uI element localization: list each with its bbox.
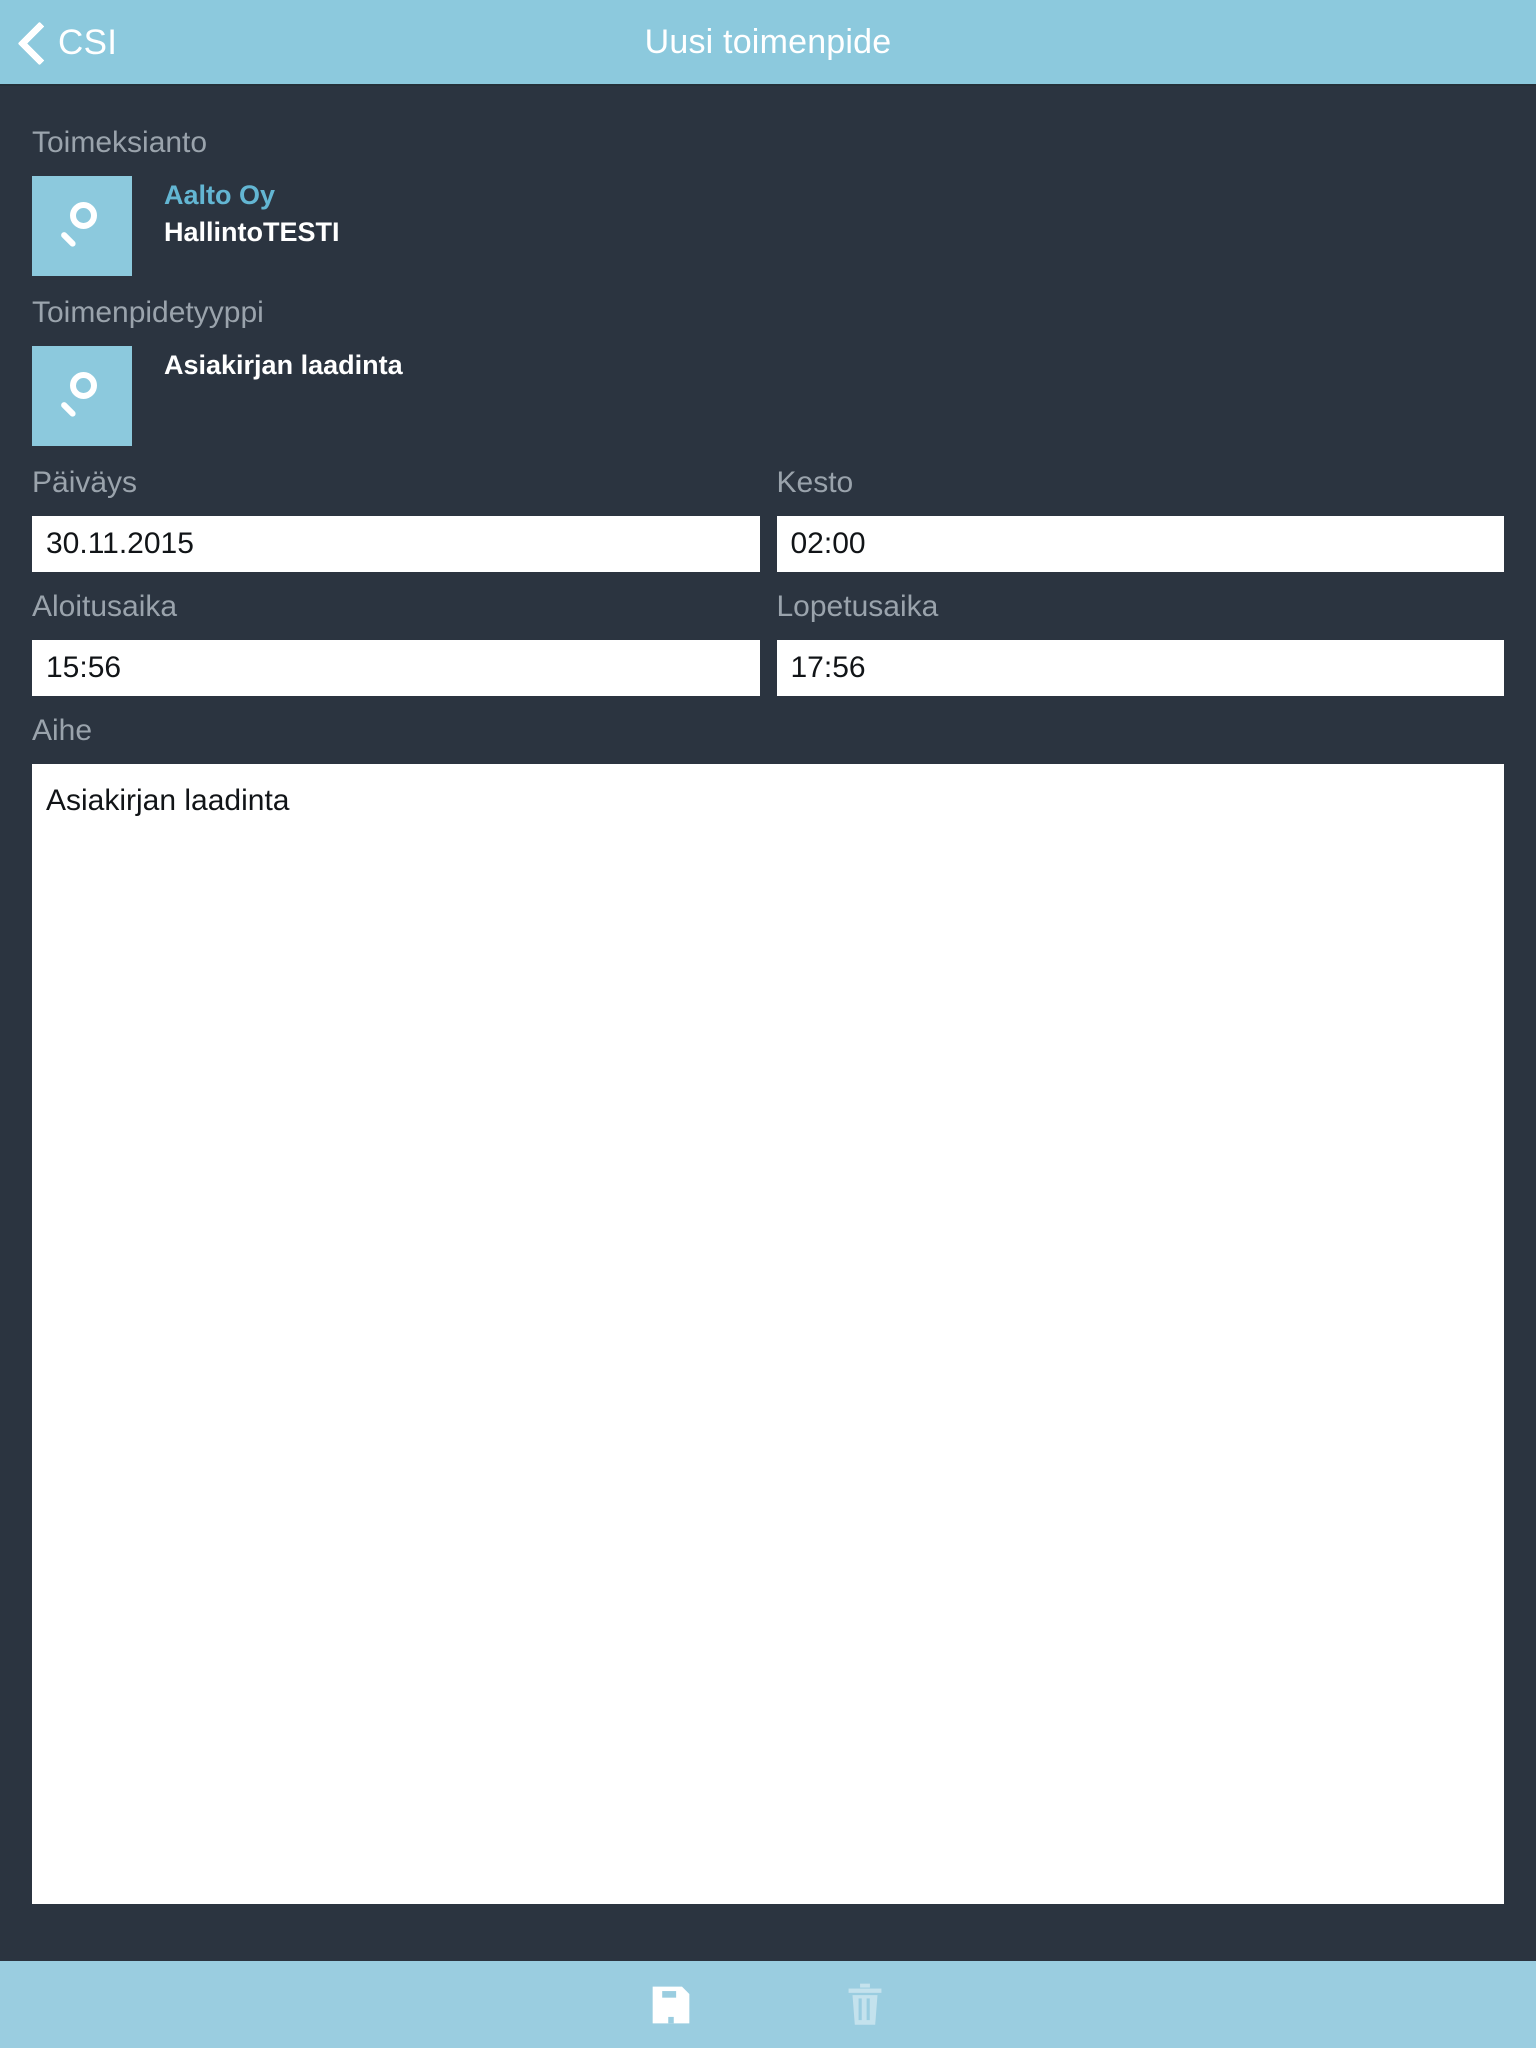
assignment-search-button[interactable] <box>32 176 132 276</box>
activity-type-label: Toimenpidetyyppi <box>32 296 264 329</box>
date-duration-labels: Päiväys Kesto <box>32 468 1504 498</box>
trash-icon <box>845 1982 885 2028</box>
page-title: Uusi toimenpide <box>644 22 892 61</box>
date-label: Päiväys <box>32 466 138 499</box>
assignment-client-name: Aalto Oy <box>164 180 276 210</box>
date-duration-inputs <box>32 516 1504 572</box>
end-time-input[interactable] <box>776 640 1504 696</box>
duration-input[interactable] <box>776 516 1504 572</box>
start-time-input[interactable] <box>32 640 760 696</box>
chevron-left-icon <box>18 21 48 63</box>
subject-textarea[interactable] <box>32 764 1504 1904</box>
subject-label: Aihe <box>32 714 93 747</box>
navigation-bar: CSI Uusi toimenpide <box>0 0 1536 86</box>
assignment-values: Aalto Oy HallintoTESTI <box>164 176 340 248</box>
back-button-label: CSI <box>58 22 118 62</box>
start-time-label-cell: Aloitusaika <box>32 592 760 622</box>
time-inputs <box>32 640 1504 696</box>
save-button[interactable] <box>635 1969 707 2041</box>
date-label-cell: Päiväys <box>32 468 760 498</box>
assignment-lookup-row: Aalto Oy HallintoTESTI <box>32 176 1504 276</box>
end-time-label-cell: Lopetusaika <box>777 592 1505 622</box>
start-time-label: Aloitusaika <box>32 590 178 623</box>
duration-input-cell <box>776 516 1504 572</box>
end-time-input-cell <box>776 640 1504 696</box>
start-time-input-cell <box>32 640 760 696</box>
activity-type-value: Asiakirjan laadinta <box>164 350 403 380</box>
time-labels: Aloitusaika Lopetusaika <box>32 592 1504 622</box>
app-root: CSI Uusi toimenpide Toimeksianto Aalto O… <box>0 0 1536 2048</box>
assignment-name: HallintoTESTI <box>164 217 340 248</box>
save-icon <box>649 1983 693 2027</box>
end-time-label: Lopetusaika <box>776 590 939 623</box>
back-button[interactable]: CSI <box>0 0 117 84</box>
search-icon <box>56 200 108 252</box>
activity-type-lookup-row: Asiakirjan laadinta <box>32 346 1504 446</box>
activity-type-values: Asiakirjan laadinta <box>164 346 403 381</box>
date-input[interactable] <box>32 516 760 572</box>
duration-label: Kesto <box>776 466 854 499</box>
bottom-toolbar <box>0 1961 1536 2048</box>
duration-label-cell: Kesto <box>777 468 1505 498</box>
activity-type-search-button[interactable] <box>32 346 132 446</box>
search-icon <box>56 370 108 422</box>
form-content: Toimeksianto Aalto Oy HallintoTESTI Toim… <box>0 86 1536 1961</box>
delete-button[interactable] <box>829 1969 901 2041</box>
date-input-cell <box>32 516 760 572</box>
assignment-label: Toimeksianto <box>32 126 208 159</box>
